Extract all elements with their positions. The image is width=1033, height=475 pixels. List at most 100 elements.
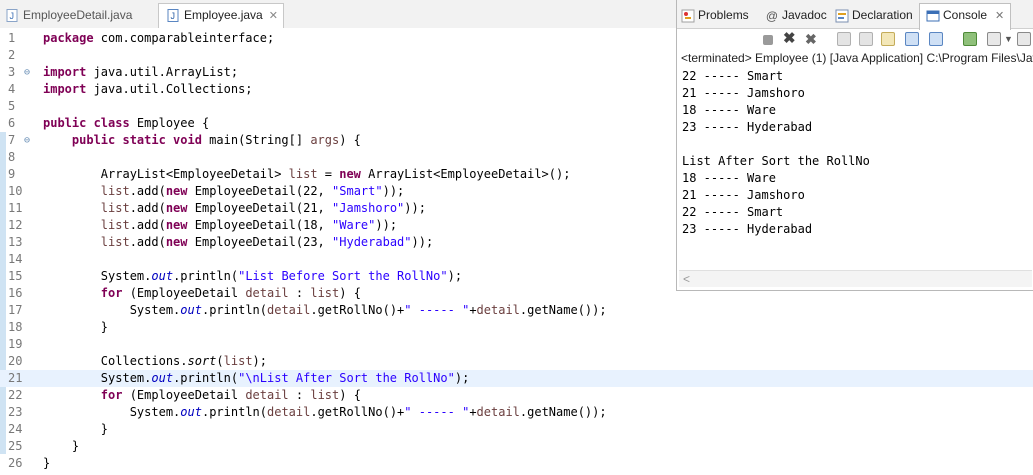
line-number: 8 bbox=[8, 150, 16, 164]
problems-icon bbox=[681, 9, 695, 23]
line-number: 23 bbox=[8, 405, 23, 419]
code-text: } bbox=[43, 456, 51, 470]
code-text: ArrayList<EmployeeDetail> list = new Arr… bbox=[43, 167, 571, 181]
line-number: 17 bbox=[8, 303, 23, 317]
code-line[interactable]: 19 bbox=[0, 336, 1033, 353]
svg-text:J: J bbox=[10, 11, 15, 21]
terminate-icon[interactable] bbox=[763, 35, 773, 45]
tab-console[interactable]: Console ✕ bbox=[919, 3, 1012, 30]
chevron-down-icon[interactable]: ▼ bbox=[1004, 32, 1018, 46]
code-text: list.add(new EmployeeDetail(18, "Ware"))… bbox=[100, 218, 398, 232]
tab-label: Javadoc bbox=[782, 8, 827, 22]
line-number: 12 bbox=[8, 218, 23, 232]
console-output-line: 23 ----- Hyderabad bbox=[682, 120, 813, 134]
console-output-line: List After Sort the RollNo bbox=[682, 154, 870, 168]
console-toolbar: ✖ ✖ ▼ bbox=[677, 29, 1033, 50]
code-text: } bbox=[43, 320, 109, 334]
display-selected-console-icon[interactable] bbox=[987, 32, 1001, 46]
pin-console-icon[interactable] bbox=[963, 32, 977, 46]
code-line[interactable]: 24 } bbox=[0, 421, 1033, 438]
java-file-icon: J bbox=[6, 9, 18, 23]
close-icon[interactable]: ✕ bbox=[269, 10, 278, 22]
tab-label: Declaration bbox=[852, 8, 913, 22]
console-output-line: 22 ----- Smart bbox=[682, 69, 784, 83]
declaration-icon bbox=[835, 9, 849, 23]
code-text: public static void main(String[] args) { bbox=[71, 133, 361, 147]
remove-launch-icon[interactable]: ✖ bbox=[783, 31, 797, 46]
line-number: 20 bbox=[8, 354, 23, 368]
line-number: 21 bbox=[8, 371, 23, 385]
svg-text:J: J bbox=[171, 11, 176, 21]
tab-label: Employee.java bbox=[184, 8, 263, 22]
java-file-icon: J bbox=[167, 9, 179, 23]
line-number: 5 bbox=[8, 99, 16, 113]
show-console-on-error-icon[interactable] bbox=[929, 32, 943, 46]
code-text: list.add(new EmployeeDetail(22, "Smart")… bbox=[100, 184, 405, 198]
code-text: list.add(new EmployeeDetail(21, "Jamshor… bbox=[100, 201, 426, 215]
code-text: package com.comparableinterface; bbox=[43, 31, 275, 45]
line-number: 15 bbox=[8, 269, 23, 283]
code-line[interactable]: 22 for (EmployeeDetail detail : list) { bbox=[0, 387, 1033, 404]
line-number: 13 bbox=[8, 235, 23, 249]
open-console-icon[interactable] bbox=[1017, 32, 1031, 46]
line-number: 10 bbox=[8, 184, 23, 198]
line-number: 14 bbox=[8, 252, 23, 266]
code-text: for (EmployeeDetail detail : list) { bbox=[100, 388, 361, 402]
close-icon[interactable]: ✕ bbox=[995, 10, 1004, 22]
code-text: for (EmployeeDetail detail : list) { bbox=[100, 286, 361, 300]
code-line[interactable]: 17 System.out.println(detail.getRollNo()… bbox=[0, 302, 1033, 319]
fold-collapse-icon[interactable]: ⊖ bbox=[24, 64, 34, 81]
code-text: System.out.println("List Before Sort the… bbox=[43, 269, 463, 283]
line-number: 24 bbox=[8, 422, 23, 436]
word-wrap-icon[interactable] bbox=[881, 32, 895, 46]
code-line[interactable]: 21 System.out.println("\nList After Sort… bbox=[0, 370, 1033, 387]
tab-label: EmployeeDetail.java bbox=[23, 8, 133, 22]
line-number: 6 bbox=[8, 116, 16, 130]
code-text: Collections.sort(list); bbox=[43, 354, 267, 368]
remove-all-terminated-icon[interactable]: ✖ bbox=[805, 32, 819, 46]
console-output-line: 21 ----- Jamshoro bbox=[682, 188, 805, 202]
code-line[interactable]: 26} bbox=[0, 455, 1033, 472]
tab-javadoc[interactable]: @ Javadoc bbox=[765, 4, 827, 26]
code-text: System.out.println(detail.getRollNo()+" … bbox=[43, 303, 607, 317]
console-output-line: 21 ----- Jamshoro bbox=[682, 86, 805, 100]
line-number: 1 bbox=[8, 31, 16, 45]
line-number: 22 bbox=[8, 388, 23, 402]
console-output-line: 18 ----- Ware bbox=[682, 171, 776, 185]
view-tab-bar: Problems @ Javadoc Declaration Console ✕ bbox=[677, 0, 1033, 30]
line-number: 16 bbox=[8, 286, 23, 300]
code-text: import java.util.Collections; bbox=[43, 82, 253, 96]
code-text: } bbox=[43, 422, 109, 436]
console-output-line: 22 ----- Smart bbox=[682, 205, 784, 219]
scroll-lock-icon[interactable] bbox=[859, 32, 873, 46]
fold-collapse-icon[interactable]: ⊖ bbox=[24, 132, 34, 149]
horizontal-scrollbar[interactable]: < bbox=[679, 270, 1032, 287]
code-text: } bbox=[43, 439, 80, 453]
code-line[interactable]: 23 System.out.println(detail.getRollNo()… bbox=[0, 404, 1033, 421]
editor-tab-bar: J EmployeeDetail.java J Employee.java ✕ bbox=[0, 0, 676, 29]
code-text: import java.util.ArrayList; bbox=[43, 65, 239, 79]
line-number: 4 bbox=[8, 82, 16, 96]
tab-label: Console bbox=[943, 8, 988, 22]
code-text: System.out.println("\nList After Sort th… bbox=[43, 371, 470, 385]
line-number: 2 bbox=[8, 48, 16, 62]
chevron-left-icon[interactable]: < bbox=[683, 271, 690, 287]
code-line[interactable]: 20 Collections.sort(list); bbox=[0, 353, 1033, 370]
line-number: 11 bbox=[8, 201, 23, 215]
clear-console-icon[interactable] bbox=[837, 32, 851, 46]
show-console-on-output-icon[interactable] bbox=[905, 32, 919, 46]
line-number: 19 bbox=[8, 337, 23, 351]
code-text: System.out.println(detail.getRollNo()+" … bbox=[43, 405, 607, 419]
console-view: Problems @ Javadoc Declaration Console ✕ ✖… bbox=[676, 0, 1033, 291]
tab-problems[interactable]: Problems bbox=[681, 4, 749, 26]
line-number: 26 bbox=[8, 456, 23, 470]
console-icon bbox=[926, 10, 940, 22]
tab-employee-java[interactable]: J Employee.java ✕ bbox=[158, 3, 284, 29]
tab-employeedetail-java[interactable]: J EmployeeDetail.java bbox=[0, 4, 158, 26]
code-line[interactable]: 18 } bbox=[0, 319, 1033, 336]
tab-declaration[interactable]: Declaration bbox=[835, 4, 913, 26]
line-number: 18 bbox=[8, 320, 23, 334]
javadoc-icon: @ bbox=[765, 8, 779, 23]
line-number: 9 bbox=[8, 167, 16, 181]
code-line[interactable]: 25 } bbox=[0, 438, 1033, 455]
